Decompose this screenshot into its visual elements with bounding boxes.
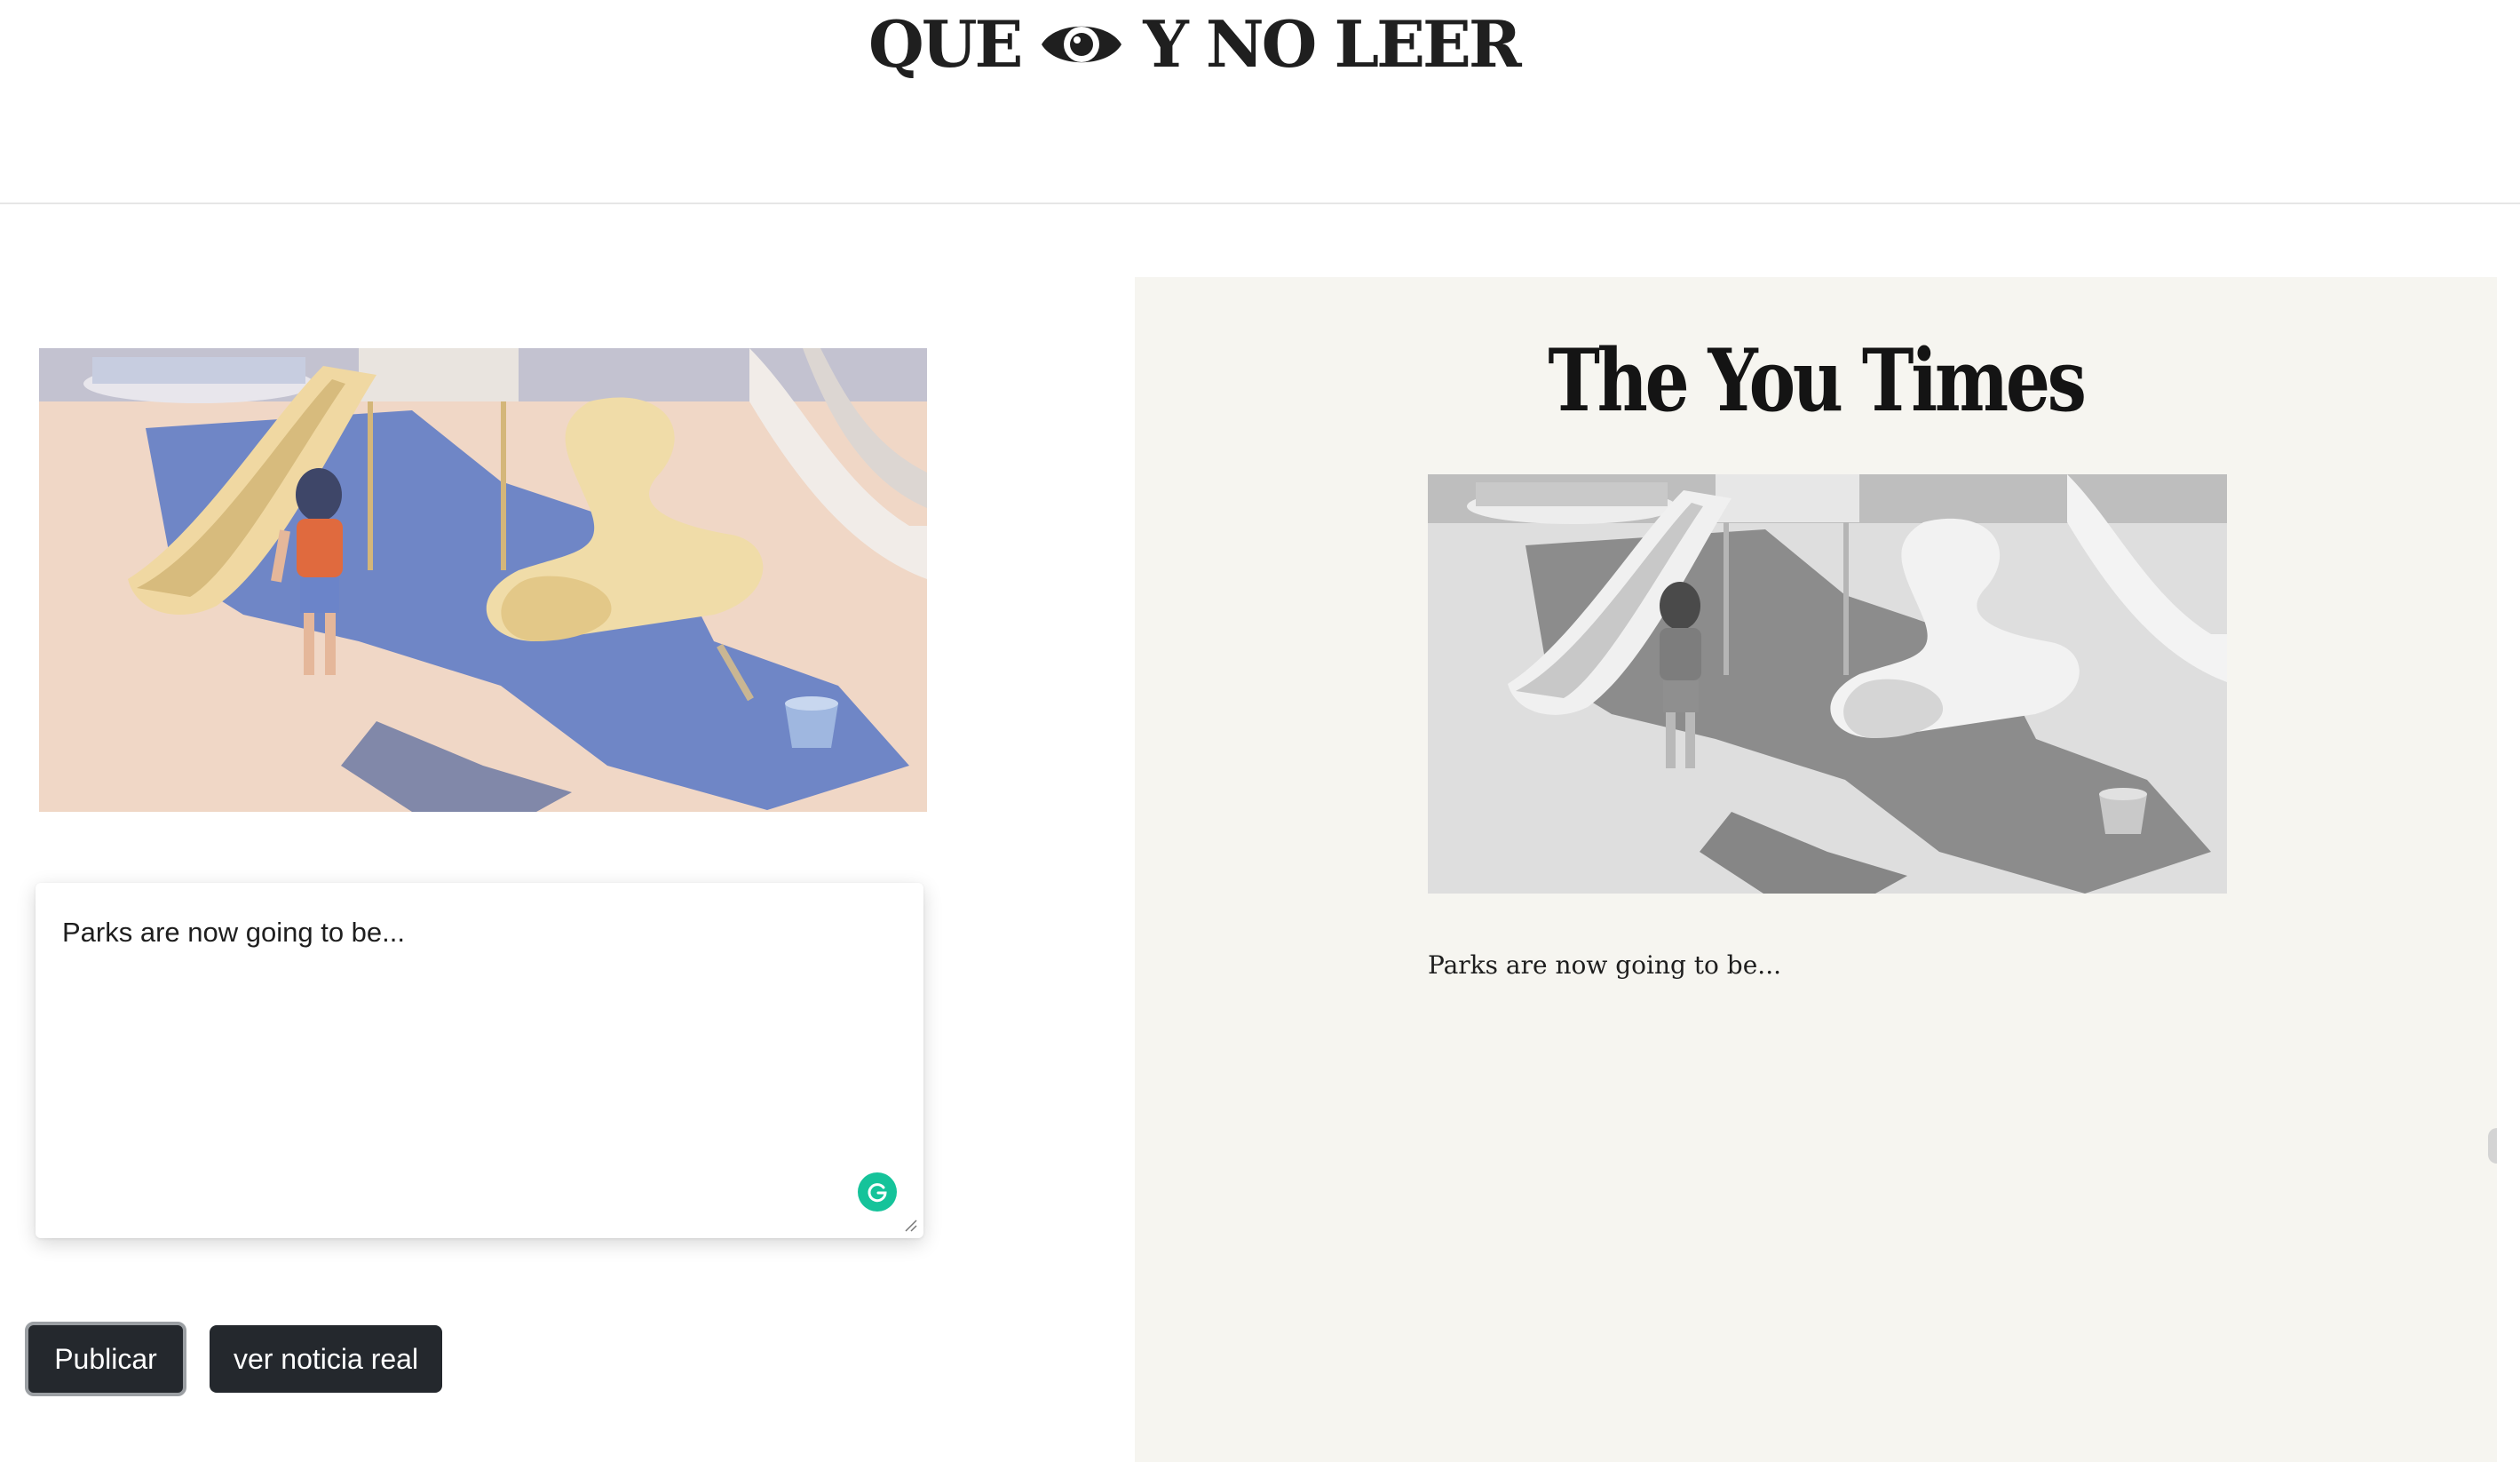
logo-text-right: Y NO LEER bbox=[1143, 6, 1521, 82]
site-logo[interactable]: QUE Y NO LEER bbox=[868, 6, 1522, 82]
resize-handle-icon[interactable] bbox=[904, 1219, 918, 1233]
page: QUE Y NO LEER Parks are now going to be.… bbox=[0, 0, 2520, 1462]
preview-headline-text: Parks are now going to be... bbox=[1428, 950, 1782, 980]
newspaper-preview: The You Times Parks are now going to be.… bbox=[1135, 277, 2497, 1462]
playground-illustration bbox=[39, 348, 927, 812]
article-image bbox=[39, 348, 927, 812]
grammarly-icon[interactable] bbox=[858, 1172, 897, 1212]
preview-image bbox=[1428, 474, 2227, 894]
site-header: QUE Y NO LEER bbox=[0, 0, 2520, 204]
headline-editor: Parks are now going to be... bbox=[36, 883, 923, 1238]
headline-textarea[interactable]: Parks are now going to be... bbox=[36, 883, 923, 1238]
logo-text-left: QUE bbox=[868, 6, 1023, 82]
preview-masthead: The You Times bbox=[1548, 330, 2087, 431]
playground-illustration-grayscale bbox=[1428, 474, 2227, 894]
publish-button[interactable]: Publicar bbox=[25, 1322, 186, 1396]
side-scroll-handle[interactable] bbox=[2488, 1128, 2497, 1164]
eye-icon bbox=[1042, 26, 1122, 63]
grammarly-glyph bbox=[868, 1183, 887, 1203]
view-real-news-button[interactable]: ver noticia real bbox=[210, 1325, 442, 1393]
